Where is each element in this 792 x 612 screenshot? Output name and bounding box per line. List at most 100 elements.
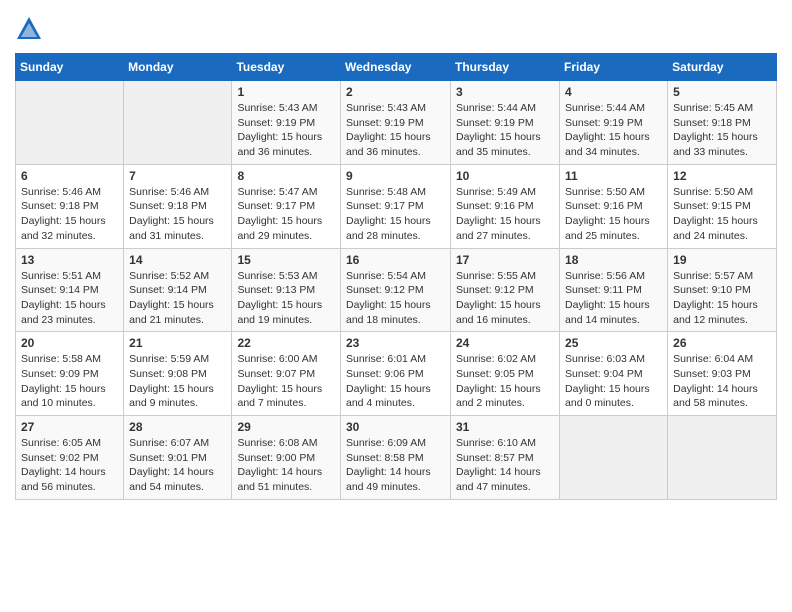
day-number: 7: [129, 169, 226, 183]
day-number: 6: [21, 169, 118, 183]
calendar-cell: 5 Sunrise: 5:45 AMSunset: 9:18 PMDaylight…: [668, 81, 777, 165]
day-number: 28: [129, 420, 226, 434]
calendar-table: SundayMondayTuesdayWednesdayThursdayFrid…: [15, 53, 777, 500]
day-number: 18: [565, 253, 662, 267]
day-number: 3: [456, 85, 554, 99]
day-number: 11: [565, 169, 662, 183]
day-detail: Sunrise: 5:52 AMSunset: 9:14 PMDaylight:…: [129, 269, 226, 328]
day-detail: Sunrise: 6:03 AMSunset: 9:04 PMDaylight:…: [565, 352, 662, 411]
calendar-cell: 18 Sunrise: 5:56 AMSunset: 9:11 PMDayligh…: [560, 248, 668, 332]
weekday-header-thursday: Thursday: [451, 54, 560, 81]
day-detail: Sunrise: 5:44 AMSunset: 9:19 PMDaylight:…: [456, 101, 554, 160]
calendar-cell: 10 Sunrise: 5:49 AMSunset: 9:16 PMDayligh…: [451, 164, 560, 248]
calendar-cell: 2Sunrise: 5:43 AMSunset: 9:19 PMDaylight…: [341, 81, 451, 165]
calendar-week-1: 1Sunrise: 5:43 AMSunset: 9:19 PMDaylight…: [16, 81, 777, 165]
weekday-row: SundayMondayTuesdayWednesdayThursdayFrid…: [16, 54, 777, 81]
day-detail: Sunrise: 6:10 AMSunset: 8:57 PMDaylight:…: [456, 436, 554, 495]
day-number: 30: [346, 420, 445, 434]
day-number: 19: [673, 253, 771, 267]
calendar-cell: 4Sunrise: 5:44 AMSunset: 9:19 PMDaylight…: [560, 81, 668, 165]
day-number: 17: [456, 253, 554, 267]
calendar-body: 1Sunrise: 5:43 AMSunset: 9:19 PMDaylight…: [16, 81, 777, 500]
weekday-header-monday: Monday: [124, 54, 232, 81]
calendar-cell: 21Sunrise: 5:59 AMSunset: 9:08 PMDayligh…: [124, 332, 232, 416]
calendar-cell: [16, 81, 124, 165]
day-number: 10: [456, 169, 554, 183]
day-number: 2: [346, 85, 445, 99]
day-number: 27: [21, 420, 118, 434]
calendar-header: SundayMondayTuesdayWednesdayThursdayFrid…: [16, 54, 777, 81]
day-detail: Sunrise: 6:04 AMSunset: 9:03 PMDaylight:…: [673, 352, 771, 411]
day-number: 16: [346, 253, 445, 267]
calendar-cell: 24 Sunrise: 6:02 AMSunset: 9:05 PMDayligh…: [451, 332, 560, 416]
day-detail: Sunrise: 5:56 AMSunset: 9:11 PMDaylight:…: [565, 269, 662, 328]
day-detail: Sunrise: 6:01 AMSunset: 9:06 PMDaylight:…: [346, 352, 445, 411]
day-detail: Sunrise: 5:46 AMSunset: 9:18 PMDaylight:…: [21, 185, 118, 244]
day-number: 8: [237, 169, 335, 183]
calendar-cell: 20 Sunrise: 5:58 AMSunset: 9:09 PMDayligh…: [16, 332, 124, 416]
day-detail: Sunrise: 5:50 AMSunset: 9:16 PMDaylight:…: [565, 185, 662, 244]
calendar-week-3: 13 Sunrise: 5:51 AMSunset: 9:14 PMDayligh…: [16, 248, 777, 332]
day-detail: Sunrise: 5:43 AMSunset: 9:19 PMDaylight:…: [237, 101, 335, 160]
day-detail: Sunrise: 6:07 AMSunset: 9:01 PMDaylight:…: [129, 436, 226, 495]
weekday-header-sunday: Sunday: [16, 54, 124, 81]
calendar-cell: 28 Sunrise: 6:07 AMSunset: 9:01 PMDayligh…: [124, 416, 232, 500]
calendar-cell: 8 Sunrise: 5:47 AMSunset: 9:17 PMDaylight…: [232, 164, 341, 248]
calendar-week-5: 27 Sunrise: 6:05 AMSunset: 9:02 PMDayligh…: [16, 416, 777, 500]
logo-icon: [15, 15, 43, 43]
calendar-cell: 13 Sunrise: 5:51 AMSunset: 9:14 PMDayligh…: [16, 248, 124, 332]
weekday-header-friday: Friday: [560, 54, 668, 81]
calendar-cell: 12 Sunrise: 5:50 AMSunset: 9:15 PMDayligh…: [668, 164, 777, 248]
day-detail: Sunrise: 5:54 AMSunset: 9:12 PMDaylight:…: [346, 269, 445, 328]
day-detail: Sunrise: 6:05 AMSunset: 9:02 PMDaylight:…: [21, 436, 118, 495]
day-detail: Sunrise: 5:47 AMSunset: 9:17 PMDaylight:…: [237, 185, 335, 244]
day-detail: Sunrise: 5:51 AMSunset: 9:14 PMDaylight:…: [21, 269, 118, 328]
day-number: 22: [237, 336, 335, 350]
day-number: 23: [346, 336, 445, 350]
calendar-cell: 19 Sunrise: 5:57 AMSunset: 9:10 PMDayligh…: [668, 248, 777, 332]
day-number: 12: [673, 169, 771, 183]
calendar-cell: 29Sunrise: 6:08 AMSunset: 9:00 PMDayligh…: [232, 416, 341, 500]
calendar-cell: 23 Sunrise: 6:01 AMSunset: 9:06 PMDayligh…: [341, 332, 451, 416]
day-detail: Sunrise: 5:45 AMSunset: 9:18 PMDaylight:…: [673, 101, 771, 160]
day-number: 24: [456, 336, 554, 350]
day-detail: Sunrise: 6:00 AMSunset: 9:07 PMDaylight:…: [237, 352, 335, 411]
day-detail: Sunrise: 5:57 AMSunset: 9:10 PMDaylight:…: [673, 269, 771, 328]
calendar-cell: 27 Sunrise: 6:05 AMSunset: 9:02 PMDayligh…: [16, 416, 124, 500]
day-detail: Sunrise: 6:09 AMSunset: 8:58 PMDaylight:…: [346, 436, 445, 495]
weekday-header-tuesday: Tuesday: [232, 54, 341, 81]
day-detail: Sunrise: 5:50 AMSunset: 9:15 PMDaylight:…: [673, 185, 771, 244]
day-number: 26: [673, 336, 771, 350]
day-detail: Sunrise: 5:53 AMSunset: 9:13 PMDaylight:…: [237, 269, 335, 328]
day-number: 13: [21, 253, 118, 267]
day-number: 5: [673, 85, 771, 99]
day-number: 25: [565, 336, 662, 350]
day-number: 29: [237, 420, 335, 434]
day-number: 9: [346, 169, 445, 183]
calendar-cell: 22 Sunrise: 6:00 AMSunset: 9:07 PMDayligh…: [232, 332, 341, 416]
calendar-cell: 14Sunrise: 5:52 AMSunset: 9:14 PMDayligh…: [124, 248, 232, 332]
calendar-cell: [560, 416, 668, 500]
day-detail: Sunrise: 6:02 AMSunset: 9:05 PMDaylight:…: [456, 352, 554, 411]
calendar-cell: [124, 81, 232, 165]
day-detail: Sunrise: 5:48 AMSunset: 9:17 PMDaylight:…: [346, 185, 445, 244]
calendar-cell: [668, 416, 777, 500]
day-number: 4: [565, 85, 662, 99]
weekday-header-saturday: Saturday: [668, 54, 777, 81]
calendar-cell: 7Sunrise: 5:46 AMSunset: 9:18 PMDaylight…: [124, 164, 232, 248]
calendar-week-2: 6 Sunrise: 5:46 AMSunset: 9:18 PMDaylight…: [16, 164, 777, 248]
calendar-cell: 3 Sunrise: 5:44 AMSunset: 9:19 PMDaylight…: [451, 81, 560, 165]
calendar-cell: 31Sunrise: 6:10 AMSunset: 8:57 PMDayligh…: [451, 416, 560, 500]
day-number: 20: [21, 336, 118, 350]
calendar-cell: 6 Sunrise: 5:46 AMSunset: 9:18 PMDaylight…: [16, 164, 124, 248]
calendar-cell: 25 Sunrise: 6:03 AMSunset: 9:04 PMDayligh…: [560, 332, 668, 416]
day-detail: Sunrise: 5:58 AMSunset: 9:09 PMDaylight:…: [21, 352, 118, 411]
weekday-header-wednesday: Wednesday: [341, 54, 451, 81]
day-detail: Sunrise: 5:49 AMSunset: 9:16 PMDaylight:…: [456, 185, 554, 244]
calendar-cell: 30 Sunrise: 6:09 AMSunset: 8:58 PMDayligh…: [341, 416, 451, 500]
calendar-cell: 11 Sunrise: 5:50 AMSunset: 9:16 PMDayligh…: [560, 164, 668, 248]
day-detail: Sunrise: 5:55 AMSunset: 9:12 PMDaylight:…: [456, 269, 554, 328]
calendar-cell: 16 Sunrise: 5:54 AMSunset: 9:12 PMDayligh…: [341, 248, 451, 332]
calendar-week-4: 20 Sunrise: 5:58 AMSunset: 9:09 PMDayligh…: [16, 332, 777, 416]
day-number: 21: [129, 336, 226, 350]
